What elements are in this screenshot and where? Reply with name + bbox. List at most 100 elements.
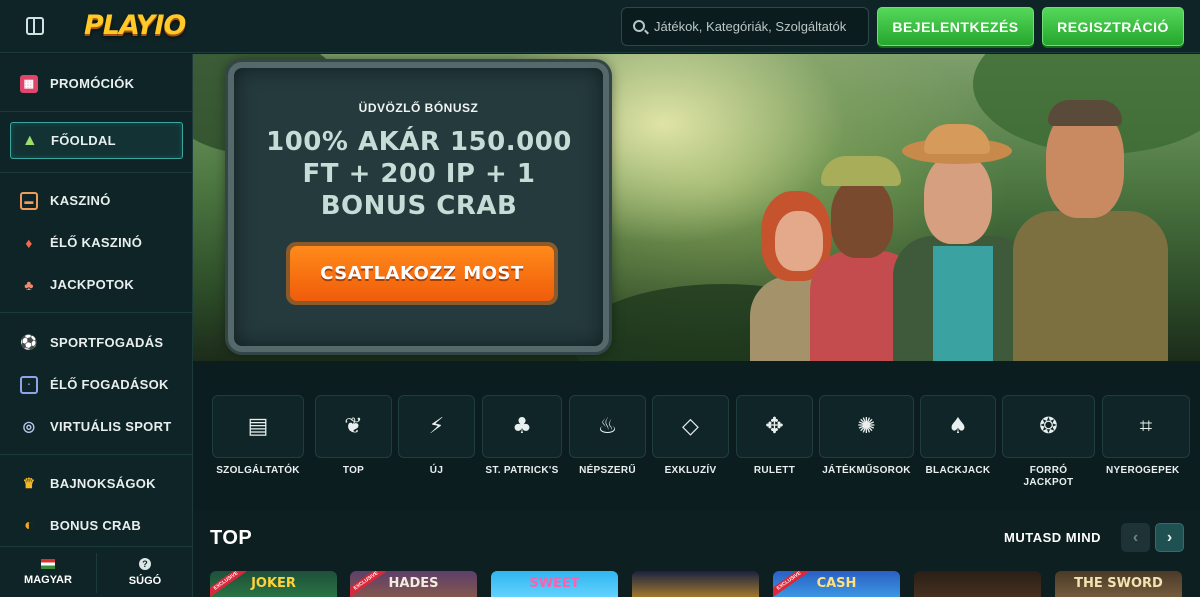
category-providers[interactable]: ▤ bbox=[212, 395, 304, 458]
trophy-icon: ♛ bbox=[22, 475, 36, 491]
lotus-icon: ❦ bbox=[344, 414, 363, 439]
sidebar-item-label: ÉLŐ KASZINÓ bbox=[50, 235, 143, 250]
login-button[interactable]: BEJELENTKEZÉS bbox=[877, 7, 1034, 46]
gift-icon: ▦ bbox=[20, 74, 38, 93]
spade-icon: ♠ bbox=[948, 414, 968, 439]
game-thumbnail[interactable]: EXCLUSIVE CASH bbox=[773, 571, 900, 597]
search-box[interactable] bbox=[621, 7, 869, 46]
category-label: BLACKJACK bbox=[925, 465, 991, 476]
sidebar: ▦ PROMÓCIÓK ▲ FŐOLDAL ▬ KASZINÓ ♦ ÉLŐ KA… bbox=[0, 54, 193, 597]
slot-machine-icon: ▬ bbox=[20, 191, 38, 210]
fire-icon: ♨ bbox=[597, 414, 618, 439]
language-label: MAGYAR bbox=[24, 574, 72, 586]
sidebar-item-live-casino[interactable]: ♦ ÉLŐ KASZINÓ bbox=[10, 224, 183, 261]
diamond-icon: ◇ bbox=[682, 414, 699, 439]
category-new[interactable]: ⚡ bbox=[398, 395, 475, 458]
divider bbox=[0, 312, 193, 313]
category-label: NYERŐGÉPEK bbox=[1106, 465, 1180, 476]
game-thumbnail[interactable]: THE SWORD bbox=[1055, 571, 1182, 597]
sidebar-item-home[interactable]: ▲ FŐOLDAL bbox=[10, 122, 183, 159]
sidebar-footer: MAGYAR ? SÚGÓ bbox=[0, 546, 193, 597]
category-st-patricks[interactable]: ♣ bbox=[482, 395, 562, 458]
category-label: ST. PATRICK'S bbox=[485, 465, 559, 476]
game-title: SWEET bbox=[529, 576, 580, 591]
sidebar-item-live-betting[interactable]: ▪ ÉLŐ FOGADÁSOK bbox=[10, 366, 183, 403]
category-roulette[interactable]: ✥ bbox=[736, 395, 813, 458]
game-thumbnail[interactable]: SWEET bbox=[491, 571, 618, 597]
category-strip: ▤ SZOLGÁLTATÓK ❦ TOP ⚡ ÚJ ♣ ST. PATRICK'… bbox=[193, 361, 1200, 511]
sidebar-item-casino[interactable]: ▬ KASZINÓ bbox=[10, 182, 183, 219]
leprechaun-hat-icon: ♣ bbox=[512, 414, 532, 439]
category-label: TOP bbox=[342, 465, 365, 476]
divider bbox=[0, 454, 193, 455]
slot-777-icon: ⌗ bbox=[1139, 414, 1153, 439]
sidebar-item-jackpots[interactable]: ♣ JACKPOTOK bbox=[10, 266, 183, 303]
promo-banner[interactable]: ÜDVÖZLŐ BÓNUSZ 100% AKÁR 150.000 FT + 20… bbox=[193, 54, 1200, 361]
category-top[interactable]: ❦ bbox=[315, 395, 392, 458]
game-thumbnail[interactable] bbox=[632, 571, 759, 597]
divider bbox=[0, 111, 193, 112]
game-title: JOKER bbox=[251, 576, 296, 591]
category-exclusive[interactable]: ◇ bbox=[652, 395, 729, 458]
game-title: CASH bbox=[816, 576, 857, 591]
category-label: JÁTÉKMŰSOROK bbox=[822, 465, 911, 476]
category-label: FORRÓ JACKPOT bbox=[1023, 465, 1074, 488]
category-game-shows[interactable]: ✺ bbox=[819, 395, 914, 458]
chevron-left-icon[interactable]: ‹ bbox=[1121, 523, 1150, 552]
sidebar-item-bonus-crab[interactable]: ◐ BONUS CRAB bbox=[10, 507, 183, 544]
site-logo[interactable]: PLAYIO bbox=[84, 10, 186, 41]
sidebar-item-sports-betting[interactable]: ⚽ SPORTFOGADÁS bbox=[10, 324, 183, 361]
live-tv-icon: ▪ bbox=[20, 375, 38, 394]
hungarian-flag-icon bbox=[41, 559, 55, 569]
game-thumbnail[interactable] bbox=[914, 571, 1041, 597]
help-label: SÚGÓ bbox=[128, 575, 162, 587]
search-input[interactable] bbox=[654, 8, 866, 45]
register-button[interactable]: REGISZTRÁCIÓ bbox=[1042, 7, 1184, 46]
chevron-right-icon[interactable]: › bbox=[1155, 523, 1184, 552]
cards-icon: ♦ bbox=[25, 234, 33, 251]
sidebar-item-label: KASZINÓ bbox=[50, 193, 111, 208]
divider bbox=[0, 172, 193, 173]
clover-icon: ♣ bbox=[24, 276, 34, 293]
see-all-link[interactable]: MUTASD MIND bbox=[1004, 530, 1101, 545]
join-now-button[interactable]: CSATLAKOZZ MOST bbox=[286, 242, 558, 305]
hot-jackpot-icon: ❂ bbox=[1039, 414, 1058, 439]
category-label: ÚJ bbox=[429, 465, 444, 476]
category-blackjack[interactable]: ♠ bbox=[920, 395, 996, 458]
wheel-icon: ✺ bbox=[857, 414, 876, 439]
sidebar-item-label: JACKPOTOK bbox=[50, 277, 135, 292]
game-thumbnail[interactable]: EXCLUSIVE JOKER bbox=[210, 571, 337, 597]
game-thumbnail[interactable]: EXCLUSIVE HADES bbox=[350, 571, 477, 597]
language-selector[interactable]: MAGYAR bbox=[0, 547, 96, 597]
search-icon bbox=[633, 20, 645, 32]
category-hot-jackpot[interactable]: ❂ bbox=[1002, 395, 1095, 458]
sidebar-item-label: VIRTUÁLIS SPORT bbox=[50, 419, 172, 434]
sidebar-item-label: ÉLŐ FOGADÁSOK bbox=[50, 377, 169, 392]
explorer-man-khaki bbox=[1008, 96, 1173, 361]
game-title: HADES bbox=[388, 576, 439, 591]
tent-icon: ▲ bbox=[21, 131, 39, 149]
category-label: NÉPSZERŰ bbox=[579, 465, 636, 476]
provider-icon: ▤ bbox=[247, 414, 269, 439]
help-icon: ? bbox=[139, 558, 151, 570]
bonus-title: 100% AKÁR 150.000 FT + 200 IP + 1 BONUS … bbox=[266, 127, 572, 221]
sidebar-item-label: BONUS CRAB bbox=[50, 518, 142, 533]
roulette-icon: ✥ bbox=[765, 414, 784, 439]
sidebar-item-label: PROMÓCIÓK bbox=[50, 76, 135, 91]
category-label: SZOLGÁLTATÓK bbox=[216, 465, 300, 476]
category-popular[interactable]: ♨ bbox=[569, 395, 646, 458]
sidebar-item-label: BAJNOKSÁGOK bbox=[50, 476, 156, 491]
lightning-icon: ⚡ bbox=[428, 414, 445, 439]
category-label: EXKLUZÍV bbox=[664, 465, 717, 476]
sidebar-item-promotions[interactable]: ▦ PROMÓCIÓK bbox=[10, 65, 183, 102]
bonus-card: ÜDVÖZLŐ BÓNUSZ 100% AKÁR 150.000 FT + 20… bbox=[228, 62, 609, 352]
sidebar-item-tournaments[interactable]: ♛ BAJNOKSÁGOK bbox=[10, 465, 183, 502]
sidebar-item-virtual-sports[interactable]: ◎ VIRTUÁLIS SPORT bbox=[10, 408, 183, 445]
sidebar-toggle-icon[interactable] bbox=[26, 17, 44, 35]
gamepad-icon: ◎ bbox=[22, 418, 36, 434]
sidebar-item-label: FŐOLDAL bbox=[51, 133, 116, 148]
category-slots[interactable]: ⌗ bbox=[1102, 395, 1190, 458]
help-button[interactable]: ? SÚGÓ bbox=[97, 547, 193, 597]
category-label: RULETT bbox=[753, 465, 796, 476]
bonus-label: ÜDVÖZLŐ BÓNUSZ bbox=[358, 101, 479, 115]
